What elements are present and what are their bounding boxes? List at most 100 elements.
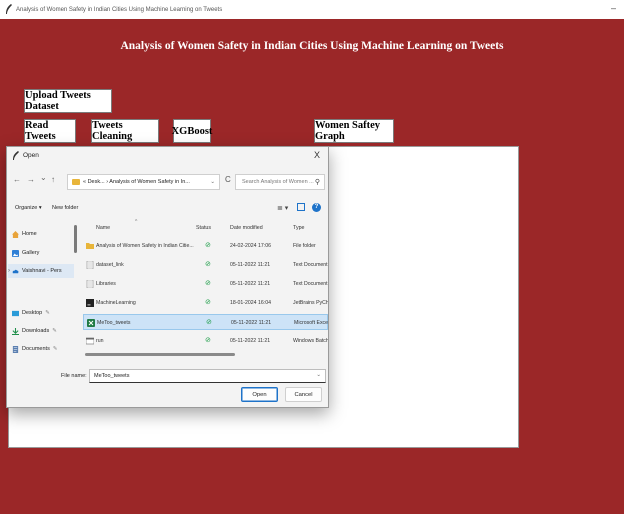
- navigation-pane: Home Gallery › Vaishnavi - Pers Desktop …: [7, 219, 79, 364]
- folder-icon: [72, 179, 80, 185]
- address-bar[interactable]: « Desk... › Analysis of Women Safety in …: [67, 174, 220, 190]
- file-type: Text Document: [293, 281, 328, 287]
- file-row-selected[interactable]: MeToo_tweets ⊘ 05-11-2022 11:21 Microsof…: [83, 314, 328, 330]
- file-type: Microsoft Excel C: [294, 320, 328, 326]
- sidebar-item-documents[interactable]: Documents ✎: [12, 342, 74, 356]
- view-options-icon[interactable]: ≣ ▾: [277, 204, 288, 212]
- sync-status-icon: ⊘: [205, 280, 211, 287]
- window-titlebar: Analysis of Women Safety in Indian Citie…: [0, 0, 624, 19]
- file-name-input[interactable]: MeToo_tweets ⌄: [89, 369, 326, 383]
- batch-file-icon: [86, 337, 94, 345]
- sync-status-icon: ⊘: [205, 299, 211, 306]
- horizontal-scrollbar[interactable]: [85, 353, 235, 356]
- app-heading: Analysis of Women Safety in Indian Citie…: [120, 40, 504, 52]
- desktop-icon: [12, 310, 19, 316]
- column-header-date[interactable]: Date modified: [230, 225, 263, 231]
- documents-icon: [12, 345, 19, 353]
- preview-pane-icon[interactable]: [297, 203, 305, 211]
- sidebar-label: Gallery: [22, 250, 40, 256]
- sidebar-item-gallery[interactable]: Gallery: [12, 246, 74, 260]
- sort-arrow-icon: ^: [135, 219, 138, 225]
- back-arrow-icon[interactable]: ←: [13, 175, 21, 184]
- sidebar-label: Home: [22, 231, 37, 237]
- file-name: run: [96, 338, 104, 344]
- file-list: ^ Name Status Date modified Type Analysi…: [83, 219, 328, 364]
- pin-icon: ✎: [45, 310, 50, 316]
- expand-chevron-icon[interactable]: ›: [8, 268, 10, 274]
- text-file-icon: [86, 280, 94, 288]
- file-date: 18-01-2024 16:04: [230, 300, 271, 306]
- chevron-down-icon[interactable]: ⌄: [316, 372, 321, 378]
- sync-status-icon: ⊘: [205, 242, 211, 249]
- sidebar-item-home[interactable]: Home: [12, 227, 74, 241]
- column-header-name[interactable]: Name: [96, 225, 110, 231]
- search-placeholder: Search Analysis of Women ...: [242, 179, 314, 185]
- open-button[interactable]: Open: [241, 387, 278, 402]
- sync-status-icon: ⊘: [205, 337, 211, 344]
- navigation-bar: ← → ⌄ ↑ « Desk... › Analysis of Women Sa…: [7, 173, 328, 191]
- file-row[interactable]: Analysis of Women Safety in Indian Citie…: [83, 238, 328, 254]
- file-row[interactable]: MachineLearning ⊘ 18-01-2024 16:04 JetBr…: [83, 295, 328, 311]
- sidebar-item-onedrive[interactable]: › Vaishnavi - Pers: [8, 264, 74, 278]
- tweets-cleaning-button[interactable]: Tweets Cleaning: [91, 119, 159, 143]
- file-list-header: ^ Name Status Date modified Type: [83, 219, 328, 237]
- cancel-button[interactable]: Cancel: [285, 387, 322, 402]
- forward-arrow-icon[interactable]: →: [27, 175, 35, 184]
- sidebar-item-downloads[interactable]: Downloads ✎: [12, 324, 74, 338]
- address-path: « Desk... › Analysis of Women Safety in …: [83, 179, 190, 185]
- file-date: 05-11-2022 11:21: [230, 281, 271, 287]
- sidebar-scrollbar[interactable]: [74, 225, 77, 253]
- file-type: JetBrains PyChar...: [293, 300, 328, 306]
- sidebar-label: Desktop: [22, 310, 43, 316]
- pycharm-icon: [86, 299, 94, 307]
- up-arrow-icon[interactable]: ↑: [51, 175, 55, 184]
- file-date: 05-11-2022 11:21: [230, 262, 271, 268]
- file-name-value: MeToo_tweets: [94, 373, 130, 379]
- file-name: dataset_link: [96, 262, 124, 268]
- column-header-type[interactable]: Type: [293, 225, 304, 231]
- file-date: 05-11-2022 11:21: [231, 320, 272, 326]
- window-title: Analysis of Women Safety in Indian Citie…: [16, 6, 223, 13]
- dialog-feather-icon: [12, 150, 20, 161]
- refresh-icon[interactable]: C: [225, 175, 231, 184]
- file-type: File folder: [293, 243, 316, 249]
- file-date: 05-11-2022 11:21: [230, 338, 271, 344]
- column-header-status[interactable]: Status: [196, 225, 211, 231]
- file-name: Analysis of Women Safety in Indian Citie…: [96, 243, 194, 249]
- dialog-titlebar: Open X: [7, 147, 328, 164]
- minimize-button[interactable]: –: [611, 3, 616, 13]
- read-tweets-button[interactable]: Read Tweets: [24, 119, 76, 143]
- organize-button[interactable]: Organize ▾: [15, 205, 42, 211]
- open-file-dialog: Open X ← → ⌄ ↑ « Desk... › Analysis of W…: [6, 146, 329, 408]
- file-date: 24-02-2024 17:06: [230, 243, 271, 249]
- file-row[interactable]: Libraries ⊘ 05-11-2022 11:21 Text Docume…: [83, 276, 328, 292]
- file-name: Libraries: [96, 281, 116, 287]
- help-icon[interactable]: ?: [312, 203, 321, 212]
- xgboost-button[interactable]: XGBoost: [172, 119, 212, 143]
- close-icon[interactable]: X: [314, 150, 320, 160]
- text-file-icon: [86, 261, 94, 269]
- app-feather-icon: [5, 4, 13, 15]
- sidebar-label: Downloads: [22, 328, 50, 334]
- recent-locations-icon[interactable]: ⌄: [40, 173, 47, 182]
- new-folder-button[interactable]: New folder: [52, 205, 78, 211]
- gallery-icon: [12, 249, 19, 257]
- upload-dataset-button[interactable]: Upload Tweets Dataset: [24, 89, 112, 113]
- file-name: MachineLearning: [96, 300, 136, 306]
- women-safety-graph-button[interactable]: Women Saftey Graph: [314, 119, 394, 143]
- dialog-title: Open: [23, 152, 39, 159]
- sync-status-icon: ⊘: [205, 261, 211, 268]
- file-type: Windows Batch F: [293, 338, 328, 344]
- file-name-label: File name:: [61, 373, 87, 379]
- cloud-icon: [12, 269, 19, 273]
- file-row[interactable]: dataset_link ⊘ 05-11-2022 11:21 Text Doc…: [83, 257, 328, 273]
- file-name: MeToo_tweets: [97, 320, 131, 326]
- dialog-toolbar: Organize ▾ New folder ≣ ▾ ?: [7, 203, 328, 217]
- file-row[interactable]: run ⊘ 05-11-2022 11:21 Windows Batch F: [83, 333, 328, 349]
- download-icon: [12, 327, 19, 335]
- search-input[interactable]: Search Analysis of Women ... ⚲: [235, 174, 325, 190]
- chevron-down-icon[interactable]: ⌄: [210, 179, 215, 185]
- search-icon: ⚲: [314, 179, 320, 186]
- folder-icon: [86, 243, 94, 249]
- sidebar-item-desktop[interactable]: Desktop ✎: [12, 306, 74, 320]
